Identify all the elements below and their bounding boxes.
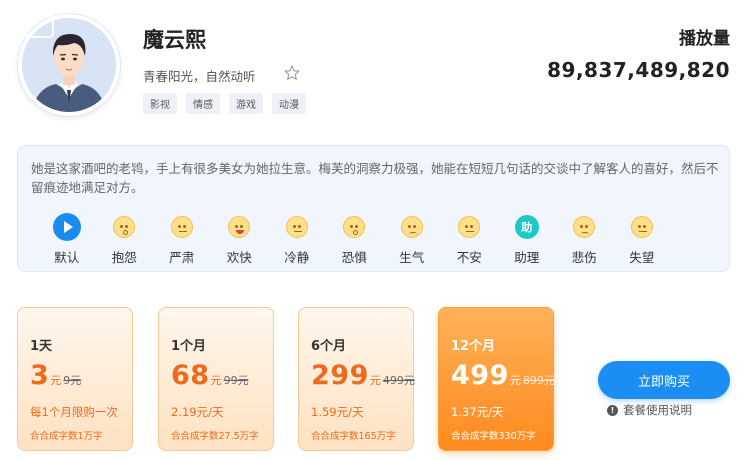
- plan-price-unit: 元: [210, 374, 222, 387]
- description-panel: 她是这家酒吧的老鸨，手上有很多美女为她拉生意。梅芙的洞察力极强，她能在短短几句话…: [17, 145, 730, 272]
- emotion-label: 不安: [456, 250, 482, 265]
- tag-list: 影视 情感 游戏 动漫: [143, 93, 306, 114]
- plan-card-12-months[interactable]: 12个月 499元 899元 1.37元/天 合合成字数330万字: [438, 307, 555, 451]
- plan-price-value: 68: [171, 360, 210, 391]
- plan-original-price: 9元: [63, 374, 82, 387]
- plan-price-value: 499: [451, 360, 509, 391]
- emotion-assistant[interactable]: 助 助理: [498, 213, 556, 266]
- plan-title: 1天: [30, 339, 53, 354]
- emotion-fear[interactable]: 恐惧: [326, 213, 384, 266]
- voice-name: 魔云熙: [143, 28, 206, 52]
- tag: 情感: [186, 93, 220, 114]
- plan-help-label: 套餐使用说明: [623, 403, 692, 417]
- plan-price-value: 3: [30, 360, 50, 391]
- plan-note: 每1个月限购一次: [30, 405, 118, 419]
- voice-description: 她是这家酒吧的老鸨，手上有很多美女为她拉生意。梅芙的洞察力极强，她能在短短几句话…: [31, 161, 719, 195]
- emotion-label: 欢快: [226, 250, 252, 265]
- emotion-label: 恐惧: [341, 250, 367, 265]
- calm-face-icon: [285, 216, 308, 238]
- play-count-value: 89,837,489,820: [547, 58, 730, 82]
- emotion-label: 默认: [54, 250, 80, 265]
- sad-face-icon: [573, 216, 596, 238]
- favorite-star-icon[interactable]: [283, 64, 301, 82]
- plan-price: 68元 99元: [171, 360, 249, 391]
- emotion-uneasy[interactable]: 不安: [441, 213, 499, 266]
- buy-now-button[interactable]: 立即购买: [598, 361, 730, 399]
- plan-price: 499元 899元: [451, 360, 555, 391]
- plan-char-quota: 合合成字数330万字: [451, 431, 536, 442]
- plan-note: 1.37元/天: [451, 405, 504, 419]
- emotion-complain[interactable]: 抱怨: [96, 213, 154, 266]
- emotion-label: 悲伤: [571, 250, 597, 265]
- plan-card-6-months[interactable]: 6个月 299元 499元 1.59元/天 合合成字数165万字: [298, 307, 415, 451]
- plan-price-unit: 元: [509, 374, 521, 387]
- emotion-label: 失望: [629, 250, 655, 265]
- uneasy-face-icon: [458, 216, 481, 238]
- complain-face-icon: [113, 216, 136, 238]
- emotion-serious[interactable]: 严肃: [153, 213, 211, 266]
- emotion-label: 严肃: [169, 250, 195, 265]
- plan-original-price: 499元: [382, 374, 415, 387]
- plan-card-1-month[interactable]: 1个月 68元 99元 2.19元/天 合合成字数27.5万字: [158, 307, 274, 451]
- emotion-happy[interactable]: 欢快: [211, 213, 269, 266]
- plan-char-quota: 合合成字数1万字: [30, 431, 103, 442]
- plan-title: 12个月: [451, 339, 496, 354]
- plan-price: 299元 499元: [311, 360, 415, 391]
- plan-price-value: 299: [311, 360, 369, 391]
- plan-title: 1个月: [171, 339, 207, 354]
- assistant-icon: 助: [514, 215, 539, 239]
- plan-char-quota: 合合成字数27.5万字: [171, 431, 259, 442]
- fear-face-icon: [343, 216, 366, 238]
- plan-price-unit: 元: [369, 374, 381, 387]
- play-count-label: 播放量: [679, 29, 730, 49]
- plan-price: 3元 9元: [30, 360, 81, 391]
- emotion-label: 助理: [514, 250, 540, 265]
- emotion-label: 抱怨: [111, 250, 137, 265]
- plan-help-link[interactable]: ! 套餐使用说明: [607, 402, 692, 418]
- emotion-default[interactable]: 默认: [38, 213, 96, 266]
- emotion-sad[interactable]: 悲伤: [556, 213, 614, 266]
- play-icon[interactable]: [52, 213, 81, 241]
- angry-face-icon: [400, 216, 423, 238]
- voice-tagline: 青春阳光，自然动听: [143, 69, 256, 84]
- happy-face-icon: [228, 216, 251, 238]
- watermark-logo-icon: [24, 14, 54, 38]
- plan-original-price: 99元: [223, 374, 249, 387]
- plan-price-unit: 元: [50, 374, 62, 387]
- emotion-angry[interactable]: 生气: [383, 213, 441, 266]
- tag: 游戏: [229, 93, 263, 114]
- tag: 动漫: [272, 93, 306, 114]
- emotion-list: 默认 抱怨 严肃 欢快 冷静 恐惧 生气 不安 助 助理 悲伤 失望: [38, 213, 671, 266]
- plan-title: 6个月: [311, 339, 347, 354]
- tag: 影视: [143, 93, 177, 114]
- plan-note: 2.19元/天: [171, 405, 224, 419]
- emotion-disappointed[interactable]: 失望: [613, 213, 671, 266]
- emotion-label: 生气: [399, 250, 425, 265]
- plan-note: 1.59元/天: [311, 405, 364, 419]
- emotion-label: 冷静: [284, 250, 310, 265]
- disappointed-face-icon: [630, 216, 653, 238]
- plan-card-1-day[interactable]: 1天 3元 9元 每1个月限购一次 合合成字数1万字: [17, 307, 133, 451]
- info-icon: !: [607, 404, 618, 416]
- serious-face-icon: [170, 216, 193, 238]
- emotion-calm[interactable]: 冷静: [268, 213, 326, 266]
- plan-char-quota: 合合成字数165万字: [311, 431, 396, 442]
- plan-original-price: 899元: [522, 374, 555, 387]
